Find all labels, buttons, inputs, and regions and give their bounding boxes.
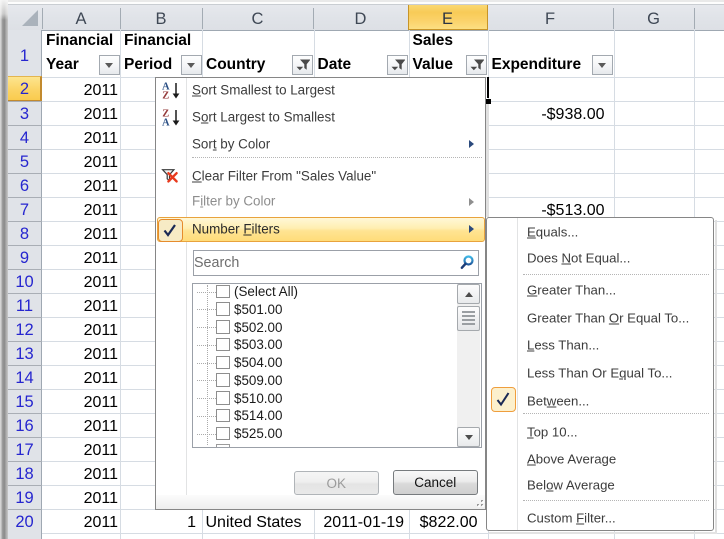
svg-text:A: A <box>162 118 170 129</box>
svg-text:Z: Z <box>162 91 169 102</box>
